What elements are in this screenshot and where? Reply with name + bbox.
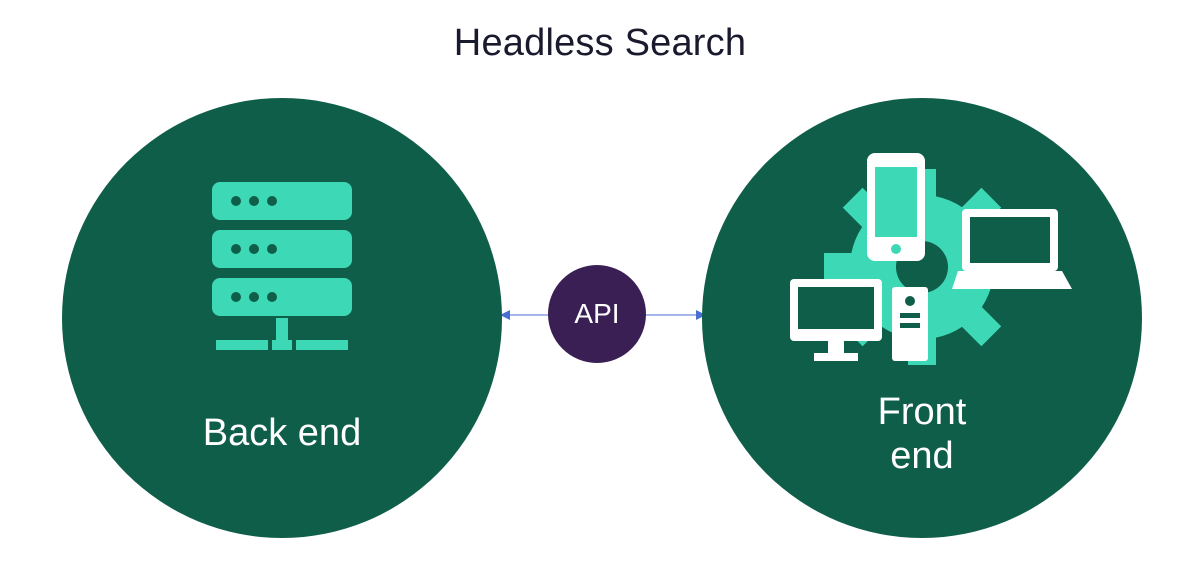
devices-gear-icon	[772, 149, 1072, 379]
laptop-icon	[952, 209, 1072, 289]
connector-right	[644, 306, 706, 324]
phone-icon	[867, 153, 925, 261]
api-node: API	[548, 265, 646, 363]
diagram-title: Headless Search	[0, 22, 1200, 65]
api-label: API	[574, 298, 619, 330]
server-icon	[192, 172, 372, 382]
backend-node: Back end	[62, 98, 502, 538]
frontend-label: Front end	[878, 391, 967, 478]
connector-left	[500, 306, 550, 324]
desktop-icon	[790, 279, 928, 361]
backend-label: Back end	[203, 412, 361, 456]
frontend-node: Front end	[702, 98, 1142, 538]
